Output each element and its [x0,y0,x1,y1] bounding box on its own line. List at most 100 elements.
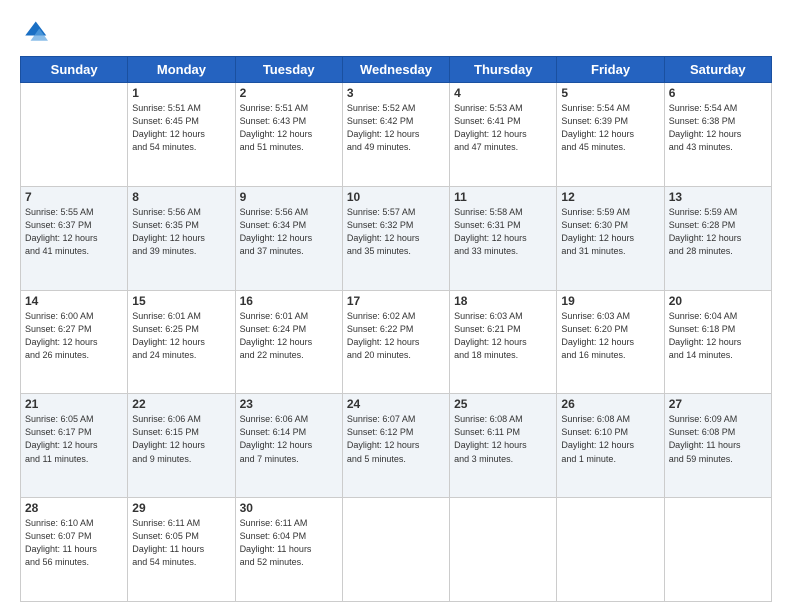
day-number: 25 [454,397,552,411]
cell-info: Sunrise: 6:05 AM Sunset: 6:17 PM Dayligh… [25,413,123,465]
cell-info: Sunrise: 6:01 AM Sunset: 6:25 PM Dayligh… [132,310,230,362]
cell-info: Sunrise: 6:03 AM Sunset: 6:21 PM Dayligh… [454,310,552,362]
day-number: 29 [132,501,230,515]
day-number: 2 [240,86,338,100]
cell-info: Sunrise: 6:08 AM Sunset: 6:11 PM Dayligh… [454,413,552,465]
calendar-header-thursday: Thursday [450,57,557,83]
calendar-cell: 2 Sunrise: 5:51 AM Sunset: 6:43 PM Daylig… [235,83,342,187]
day-number: 16 [240,294,338,308]
calendar-cell: 10 Sunrise: 5:57 AM Sunset: 6:32 PM Dayli… [342,186,449,290]
day-number: 26 [561,397,659,411]
cell-info: Sunrise: 6:07 AM Sunset: 6:12 PM Dayligh… [347,413,445,465]
cell-info: Sunrise: 6:08 AM Sunset: 6:10 PM Dayligh… [561,413,659,465]
cell-info: Sunrise: 6:03 AM Sunset: 6:20 PM Dayligh… [561,310,659,362]
day-number: 14 [25,294,123,308]
cell-info: Sunrise: 6:06 AM Sunset: 6:14 PM Dayligh… [240,413,338,465]
day-number: 15 [132,294,230,308]
calendar-row-3: 21Sunrise: 6:05 AM Sunset: 6:17 PM Dayli… [21,394,772,498]
calendar-cell: 27 Sunrise: 6:09 AM Sunset: 6:08 PM Dayli… [664,394,771,498]
page: SundayMondayTuesdayWednesdayThursdayFrid… [0,0,792,612]
calendar-cell [450,498,557,602]
calendar-cell: 8Sunrise: 5:56 AM Sunset: 6:35 PM Daylig… [128,186,235,290]
calendar-cell: 30 Sunrise: 6:11 AM Sunset: 6:04 PM Dayli… [235,498,342,602]
calendar-cell: 20 Sunrise: 6:04 AM Sunset: 6:18 PM Dayli… [664,290,771,394]
calendar-cell: 13 Sunrise: 5:59 AM Sunset: 6:28 PM Dayli… [664,186,771,290]
calendar-cell: 12 Sunrise: 5:59 AM Sunset: 6:30 PM Dayli… [557,186,664,290]
day-number: 12 [561,190,659,204]
cell-info: Sunrise: 5:52 AM Sunset: 6:42 PM Dayligh… [347,102,445,154]
calendar-cell: 16 Sunrise: 6:01 AM Sunset: 6:24 PM Dayli… [235,290,342,394]
day-number: 27 [669,397,767,411]
calendar-header-friday: Friday [557,57,664,83]
calendar-cell: 17 Sunrise: 6:02 AM Sunset: 6:22 PM Dayli… [342,290,449,394]
calendar-cell: 14 Sunrise: 6:00 AM Sunset: 6:27 PM Dayli… [21,290,128,394]
day-number: 11 [454,190,552,204]
day-number: 28 [25,501,123,515]
day-number: 5 [561,86,659,100]
calendar-cell: 3 Sunrise: 5:52 AM Sunset: 6:42 PM Daylig… [342,83,449,187]
header [20,18,772,46]
calendar-header-tuesday: Tuesday [235,57,342,83]
cell-info: Sunrise: 5:59 AM Sunset: 6:30 PM Dayligh… [561,206,659,258]
day-number: 10 [347,190,445,204]
day-number: 3 [347,86,445,100]
cell-info: Sunrise: 5:51 AM Sunset: 6:43 PM Dayligh… [240,102,338,154]
calendar-cell: 18 Sunrise: 6:03 AM Sunset: 6:21 PM Dayli… [450,290,557,394]
calendar-cell: 26 Sunrise: 6:08 AM Sunset: 6:10 PM Dayli… [557,394,664,498]
calendar-row-0: 1 Sunrise: 5:51 AM Sunset: 6:45 PM Daylig… [21,83,772,187]
calendar-cell [21,83,128,187]
cell-info: Sunrise: 5:57 AM Sunset: 6:32 PM Dayligh… [347,206,445,258]
calendar-cell: 6 Sunrise: 5:54 AM Sunset: 6:38 PM Daylig… [664,83,771,187]
logo [20,18,52,46]
day-number: 9 [240,190,338,204]
day-number: 24 [347,397,445,411]
cell-info: Sunrise: 5:58 AM Sunset: 6:31 PM Dayligh… [454,206,552,258]
calendar-cell: 5 Sunrise: 5:54 AM Sunset: 6:39 PM Daylig… [557,83,664,187]
calendar-header-monday: Monday [128,57,235,83]
cell-info: Sunrise: 5:56 AM Sunset: 6:34 PM Dayligh… [240,206,338,258]
calendar-cell [557,498,664,602]
day-number: 23 [240,397,338,411]
day-number: 13 [669,190,767,204]
cell-info: Sunrise: 5:59 AM Sunset: 6:28 PM Dayligh… [669,206,767,258]
calendar-cell: 21Sunrise: 6:05 AM Sunset: 6:17 PM Dayli… [21,394,128,498]
day-number: 7 [25,190,123,204]
calendar-cell: 19Sunrise: 6:03 AM Sunset: 6:20 PM Dayli… [557,290,664,394]
cell-info: Sunrise: 6:11 AM Sunset: 6:04 PM Dayligh… [240,517,338,569]
calendar-cell [664,498,771,602]
cell-info: Sunrise: 5:54 AM Sunset: 6:39 PM Dayligh… [561,102,659,154]
day-number: 20 [669,294,767,308]
day-number: 4 [454,86,552,100]
calendar-cell: 25 Sunrise: 6:08 AM Sunset: 6:11 PM Dayli… [450,394,557,498]
cell-info: Sunrise: 6:09 AM Sunset: 6:08 PM Dayligh… [669,413,767,465]
day-number: 6 [669,86,767,100]
cell-info: Sunrise: 6:02 AM Sunset: 6:22 PM Dayligh… [347,310,445,362]
calendar-table: SundayMondayTuesdayWednesdayThursdayFrid… [20,56,772,602]
calendar-cell: 11 Sunrise: 5:58 AM Sunset: 6:31 PM Dayli… [450,186,557,290]
cell-info: Sunrise: 5:56 AM Sunset: 6:35 PM Dayligh… [132,206,230,258]
day-number: 18 [454,294,552,308]
calendar-header-wednesday: Wednesday [342,57,449,83]
calendar-cell: 28Sunrise: 6:10 AM Sunset: 6:07 PM Dayli… [21,498,128,602]
cell-info: Sunrise: 5:55 AM Sunset: 6:37 PM Dayligh… [25,206,123,258]
cell-info: Sunrise: 5:51 AM Sunset: 6:45 PM Dayligh… [132,102,230,154]
calendar-cell: 4Sunrise: 5:53 AM Sunset: 6:41 PM Daylig… [450,83,557,187]
day-number: 22 [132,397,230,411]
calendar-header-sunday: Sunday [21,57,128,83]
calendar-cell: 1 Sunrise: 5:51 AM Sunset: 6:45 PM Daylig… [128,83,235,187]
day-number: 1 [132,86,230,100]
cell-info: Sunrise: 5:54 AM Sunset: 6:38 PM Dayligh… [669,102,767,154]
calendar-cell: 23 Sunrise: 6:06 AM Sunset: 6:14 PM Dayli… [235,394,342,498]
calendar-cell: 24 Sunrise: 6:07 AM Sunset: 6:12 PM Dayli… [342,394,449,498]
day-number: 30 [240,501,338,515]
cell-info: Sunrise: 6:04 AM Sunset: 6:18 PM Dayligh… [669,310,767,362]
calendar-cell [342,498,449,602]
logo-icon [20,18,48,46]
calendar-cell: 15 Sunrise: 6:01 AM Sunset: 6:25 PM Dayli… [128,290,235,394]
calendar-cell: 22Sunrise: 6:06 AM Sunset: 6:15 PM Dayli… [128,394,235,498]
cell-info: Sunrise: 6:11 AM Sunset: 6:05 PM Dayligh… [132,517,230,569]
cell-info: Sunrise: 6:00 AM Sunset: 6:27 PM Dayligh… [25,310,123,362]
cell-info: Sunrise: 6:01 AM Sunset: 6:24 PM Dayligh… [240,310,338,362]
calendar-header-row: SundayMondayTuesdayWednesdayThursdayFrid… [21,57,772,83]
day-number: 17 [347,294,445,308]
